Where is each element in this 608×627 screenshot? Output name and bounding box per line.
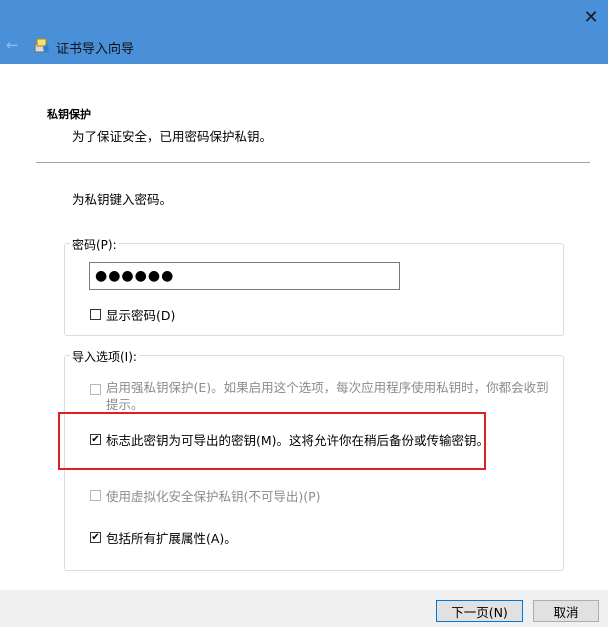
extended-properties-checkbox[interactable]: ✔ [90, 532, 101, 543]
show-password-label[interactable]: 显示密码(D) [106, 305, 175, 324]
next-button[interactable]: 下一页(N) [436, 600, 523, 622]
header-divider [36, 162, 590, 163]
certificate-wizard-icon [34, 38, 49, 53]
strong-protection-label: 启用强私钥保护(E)。如果启用这个选项，每次应用程序使用私钥时，你都会收到提示。 [106, 380, 549, 412]
close-icon: ✕ [583, 6, 599, 28]
extended-properties-label[interactable]: 包括所有扩展属性(A)。 [106, 528, 237, 547]
highlight-box [58, 412, 486, 470]
back-arrow-icon[interactable]: ← [6, 37, 22, 53]
virtualization-protection-checkbox [90, 490, 101, 501]
import-options-label: 导入选项(I): [70, 348, 139, 365]
instruction-text: 为私钥键入密码。 [72, 192, 173, 207]
password-field[interactable]: ●●●●●● [89, 262, 400, 290]
close-button[interactable]: ✕ [578, 4, 604, 30]
virtualization-protection-label: 使用虚拟化安全保护私钥(不可导出)(P) [106, 489, 321, 504]
title-bar: ✕ ← 证书导入向导 [0, 0, 608, 64]
show-password-checkbox[interactable] [90, 309, 101, 320]
password-label: 密码(P): [70, 236, 119, 253]
section-title: 私钥保护 [47, 108, 91, 121]
check-icon: ✔ [91, 532, 100, 543]
cancel-button[interactable]: 取消 [533, 600, 599, 622]
footer-bar: 下一页(N) 取消 [0, 590, 608, 627]
window-title: 证书导入向导 [56, 42, 135, 57]
strong-protection-checkbox [90, 384, 101, 395]
section-description: 为了保证安全，已用密码保护私钥。 [72, 129, 273, 144]
